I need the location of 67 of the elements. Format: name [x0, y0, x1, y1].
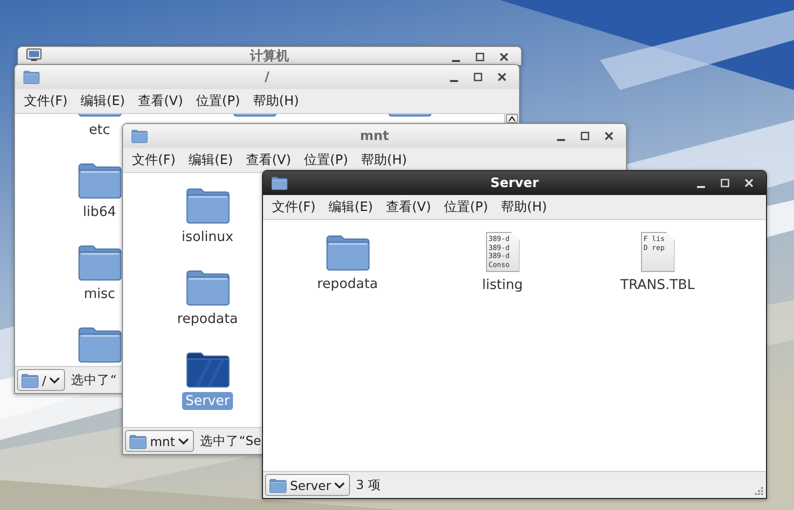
folder-icon — [21, 372, 39, 388]
monitor-icon — [26, 48, 42, 62]
menu-item[interactable]: 文件(F) — [24, 90, 68, 112]
window-title: mnt — [360, 128, 389, 144]
menu-item[interactable]: 文件(F) — [132, 149, 176, 171]
menu-item[interactable]: 帮助(H) — [501, 196, 547, 218]
menu-item[interactable]: 位置(P) — [196, 90, 240, 112]
folder-icon — [76, 243, 122, 281]
file-name[interactable]: repodata — [314, 275, 381, 293]
file-name[interactable]: isolinux — [178, 228, 236, 246]
location-dropdown[interactable]: mnt — [125, 430, 194, 452]
close-icon — [604, 131, 614, 141]
menu-item[interactable]: 帮助(H) — [361, 149, 407, 171]
status-text: 3 项 — [356, 476, 381, 494]
resize-grip[interactable] — [754, 486, 764, 496]
chevron-down-icon — [49, 376, 60, 384]
minimize-icon — [450, 80, 458, 82]
location-dropdown[interactable]: / — [17, 369, 66, 391]
menu-item[interactable]: 编辑(E) — [80, 90, 125, 112]
menu-item[interactable]: 查看(V) — [386, 196, 432, 218]
menu-item[interactable]: 编辑(E) — [188, 149, 233, 171]
title-bar[interactable]: mnt — [123, 124, 626, 148]
scroll-up-button[interactable] — [506, 114, 518, 123]
close-icon — [744, 178, 754, 188]
menu-item[interactable]: 帮助(H) — [253, 90, 299, 112]
folder-icon — [184, 350, 230, 388]
window-title: / — [264, 70, 270, 84]
status-text: 选中了“Se — [200, 432, 262, 450]
folder-icon — [129, 434, 147, 448]
menu-item[interactable]: 文件(F) — [272, 196, 316, 218]
folder-icon — [131, 129, 148, 143]
file-name[interactable]: TRANS.TBL — [617, 276, 698, 294]
maximize-icon — [580, 131, 590, 141]
window-title: Server — [490, 176, 539, 190]
folder-icon — [324, 233, 370, 271]
close-icon — [497, 72, 507, 82]
status-text: 选中了“ — [71, 372, 117, 388]
title-bar[interactable]: / — [15, 65, 519, 89]
folder-icon — [23, 70, 40, 84]
minimize-icon — [697, 186, 705, 188]
minimize-icon — [452, 60, 460, 62]
maximize-icon — [720, 178, 730, 188]
file-name[interactable]: misc — [80, 285, 118, 303]
close-icon — [499, 52, 509, 62]
minimize-icon — [557, 138, 565, 140]
window-title: 计算机 — [250, 49, 289, 64]
folder-icon — [76, 161, 122, 199]
folder-icon — [269, 478, 287, 492]
chevron-up-icon — [508, 116, 516, 122]
folder-icon — [271, 176, 288, 190]
file-name[interactable]: repodata — [174, 310, 241, 328]
file-name[interactable]: etc — [86, 121, 114, 139]
location-dropdown[interactable]: Server — [265, 474, 350, 496]
menu-item[interactable]: 查看(V) — [246, 149, 292, 171]
menu-item[interactable]: 查看(V) — [138, 90, 184, 112]
menu-item[interactable]: 位置(P) — [444, 196, 488, 218]
file-name[interactable]: listing — [479, 276, 526, 294]
folder-icon — [184, 268, 230, 306]
chevron-down-icon — [334, 482, 345, 488]
menu-item[interactable]: 编辑(E) — [328, 196, 373, 218]
folder-icon — [76, 325, 122, 363]
chevron-down-icon — [178, 438, 189, 444]
title-bar[interactable]: 计算机 — [18, 47, 521, 65]
menu-item[interactable]: 位置(P) — [304, 149, 348, 171]
title-bar[interactable]: Server — [263, 171, 766, 195]
folder-icon — [184, 186, 230, 224]
file-name[interactable]: lib64 — [80, 203, 120, 221]
